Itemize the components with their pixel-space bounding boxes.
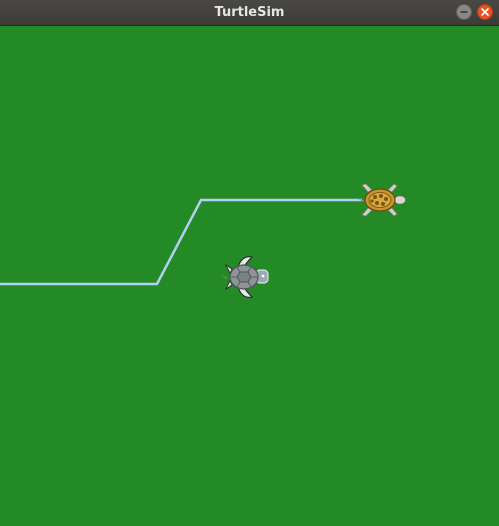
turtle-gray xyxy=(221,256,269,298)
turtlesim-window: TurtleSim xyxy=(0,0,499,526)
canvas-drawing xyxy=(0,183,406,298)
pen-trail xyxy=(0,198,362,286)
turtle-orange xyxy=(358,183,406,217)
turtlesim-canvas[interactable] xyxy=(0,26,499,526)
close-button[interactable] xyxy=(477,4,493,20)
close-icon xyxy=(481,8,489,16)
window-title: TurtleSim xyxy=(214,5,285,20)
minimize-button[interactable] xyxy=(456,4,472,20)
title-bar[interactable]: TurtleSim xyxy=(0,0,499,26)
minimize-icon xyxy=(460,11,468,13)
